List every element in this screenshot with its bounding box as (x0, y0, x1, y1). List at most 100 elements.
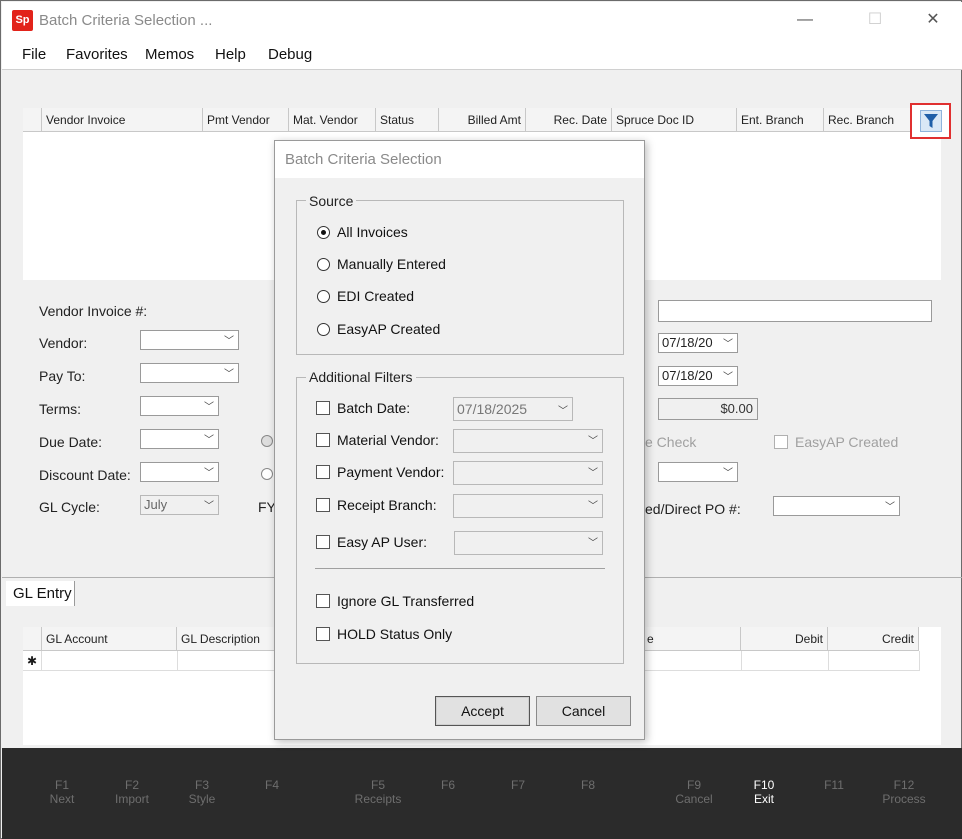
option-manually-entered[interactable]: Manually Entered (337, 256, 446, 272)
column-header[interactable]: Spruce Doc ID (612, 108, 737, 132)
menu-debug[interactable]: Debug (268, 46, 312, 63)
due-date-combo[interactable]: ﹀ (140, 429, 219, 449)
fkey-label: Cancel (675, 792, 713, 806)
invoice-grid-header: Vendor Invoice Pmt Vendor Mat. Vendor St… (23, 108, 919, 132)
filter-button[interactable] (910, 103, 951, 139)
column-header[interactable]: Credit (828, 627, 919, 651)
column-header[interactable]: Ent. Branch (737, 108, 824, 132)
minimize-button[interactable]: — (782, 6, 828, 34)
chevron-down-icon: ﹀ (204, 435, 214, 446)
radio-edi-created[interactable] (317, 290, 330, 303)
hold-status-checkbox[interactable] (316, 627, 330, 641)
chevron-down-icon: ﹀ (588, 501, 598, 512)
source-legend: Source (306, 193, 357, 209)
close-button[interactable]: ✕ (910, 6, 956, 34)
chevron-down-icon: ﹀ (224, 336, 234, 347)
fkey: F9 (686, 778, 701, 792)
pay-to-combo[interactable]: ﹀ (140, 363, 239, 383)
gl-cycle-combo[interactable]: July ﹀ (140, 495, 219, 515)
fkey: F10 (753, 778, 775, 792)
menu-bar: File Favorites Memos Help Debug (2, 38, 962, 70)
cell-divider (741, 651, 742, 671)
easyap-created-label: EasyAP Created (795, 434, 899, 450)
f5-button[interactable]: F5 Receipts (343, 778, 413, 806)
column-header[interactable]: Mat. Vendor (289, 108, 376, 132)
accept-button[interactable]: Accept (435, 696, 530, 726)
column-header[interactable]: Pmt Vendor (203, 108, 289, 132)
fkey: F2 (124, 778, 139, 792)
f8-button[interactable]: F8 (553, 778, 623, 792)
menu-file[interactable]: File (22, 46, 46, 63)
date-combo-1[interactable]: 07/18/20 ﹀ (658, 333, 738, 353)
material-vendor-combo[interactable]: ﹀ (453, 429, 603, 453)
radio-manually-entered[interactable] (317, 258, 330, 271)
tab-gl-entry[interactable]: GL Entry (6, 581, 75, 606)
option-easyap-created[interactable]: EasyAP Created (337, 321, 440, 337)
column-header[interactable]: Rec. Branch (824, 108, 919, 132)
menu-favorites[interactable]: Favorites (66, 46, 128, 63)
fkey-label: Next (49, 792, 75, 806)
fkey: F8 (580, 778, 595, 792)
fkey: F5 (370, 778, 385, 792)
cell-divider (919, 651, 920, 671)
f4-button[interactable]: F4 (237, 778, 307, 792)
radio-easyap-created[interactable] (317, 323, 330, 336)
material-vendor-checkbox[interactable] (316, 433, 330, 447)
easyap-created-checkbox[interactable] (774, 435, 788, 449)
function-key-bar: F1 Next F2 Import F3 Style F4 F5 Receipts F6… (2, 748, 962, 839)
fkey-label: Process (882, 792, 926, 806)
batch-date-checkbox[interactable] (316, 401, 330, 415)
payment-vendor-label: Payment Vendor: (337, 464, 445, 480)
column-header[interactable]: Billed Amt (439, 108, 526, 132)
window-title: Batch Criteria Selection ... (39, 12, 213, 29)
f11-button[interactable]: F11 (799, 778, 869, 792)
menu-memos[interactable]: Memos (145, 46, 194, 63)
column-header[interactable]: Vendor Invoice (42, 108, 203, 132)
receipt-branch-combo[interactable]: ﹀ (453, 494, 603, 518)
maximize-button[interactable]: ☐ (852, 6, 898, 34)
terms-combo[interactable]: ﹀ (140, 396, 219, 416)
f3-button[interactable]: F3 Style (167, 778, 237, 806)
column-header[interactable]: e (643, 627, 741, 651)
ignore-gl-label: Ignore GL Transferred (337, 593, 475, 609)
column-header[interactable]: Rec. Date (526, 108, 612, 132)
option-edi-created[interactable]: EDI Created (337, 288, 414, 304)
column-header[interactable]: Debit (741, 627, 828, 651)
amount-field[interactable]: $0.00 (658, 398, 758, 420)
receipt-branch-checkbox[interactable] (316, 498, 330, 512)
vendor-invoice-right-input[interactable] (658, 300, 932, 322)
discount-date-label: Discount Date: (39, 467, 131, 483)
payment-vendor-combo[interactable]: ﹀ (453, 461, 603, 485)
date-combo-2[interactable]: 07/18/20 ﹀ (658, 366, 738, 386)
vendor-invoice-label: Vendor Invoice #: (39, 303, 148, 319)
menu-help[interactable]: Help (215, 46, 246, 63)
f6-button[interactable]: F6 (413, 778, 483, 792)
easy-ap-user-combo[interactable]: ﹀ (454, 531, 603, 555)
material-vendor-label: Material Vendor: (337, 432, 439, 448)
f9-button[interactable]: F9 Cancel (659, 778, 729, 806)
po-combo[interactable]: ﹀ (773, 496, 900, 516)
right-combo-3[interactable]: ﹀ (658, 462, 738, 482)
column-header[interactable]: GL Account (42, 627, 177, 651)
f2-button[interactable]: F2 Import (97, 778, 167, 806)
easy-ap-user-checkbox[interactable] (316, 535, 330, 549)
radio-partial[interactable] (261, 435, 273, 447)
cancel-button[interactable]: Cancel (536, 696, 631, 726)
fkey-label: Import (114, 792, 149, 806)
column-header[interactable]: GL Description (177, 627, 277, 651)
radio-all-invoices[interactable] (317, 226, 330, 239)
discount-date-combo[interactable]: ﹀ (140, 462, 219, 482)
batch-date-picker[interactable]: 07/18/2025 ﹀ (453, 397, 573, 421)
ignore-gl-checkbox[interactable] (316, 594, 330, 608)
option-all-invoices[interactable]: All Invoices (337, 224, 408, 240)
column-header[interactable]: Status (376, 108, 439, 132)
f7-button[interactable]: F7 (483, 778, 553, 792)
batch-date-value: 07/18/2025 (457, 401, 528, 417)
payment-vendor-checkbox[interactable] (316, 465, 330, 479)
radio-partial-2[interactable] (261, 468, 273, 480)
f10-button[interactable]: F10 Exit (729, 778, 799, 806)
f12-button[interactable]: F12 Process (869, 778, 939, 806)
f1-button[interactable]: F1 Next (27, 778, 97, 806)
vendor-combo[interactable]: ﹀ (140, 330, 239, 350)
chevron-down-icon: ﹀ (588, 468, 598, 479)
